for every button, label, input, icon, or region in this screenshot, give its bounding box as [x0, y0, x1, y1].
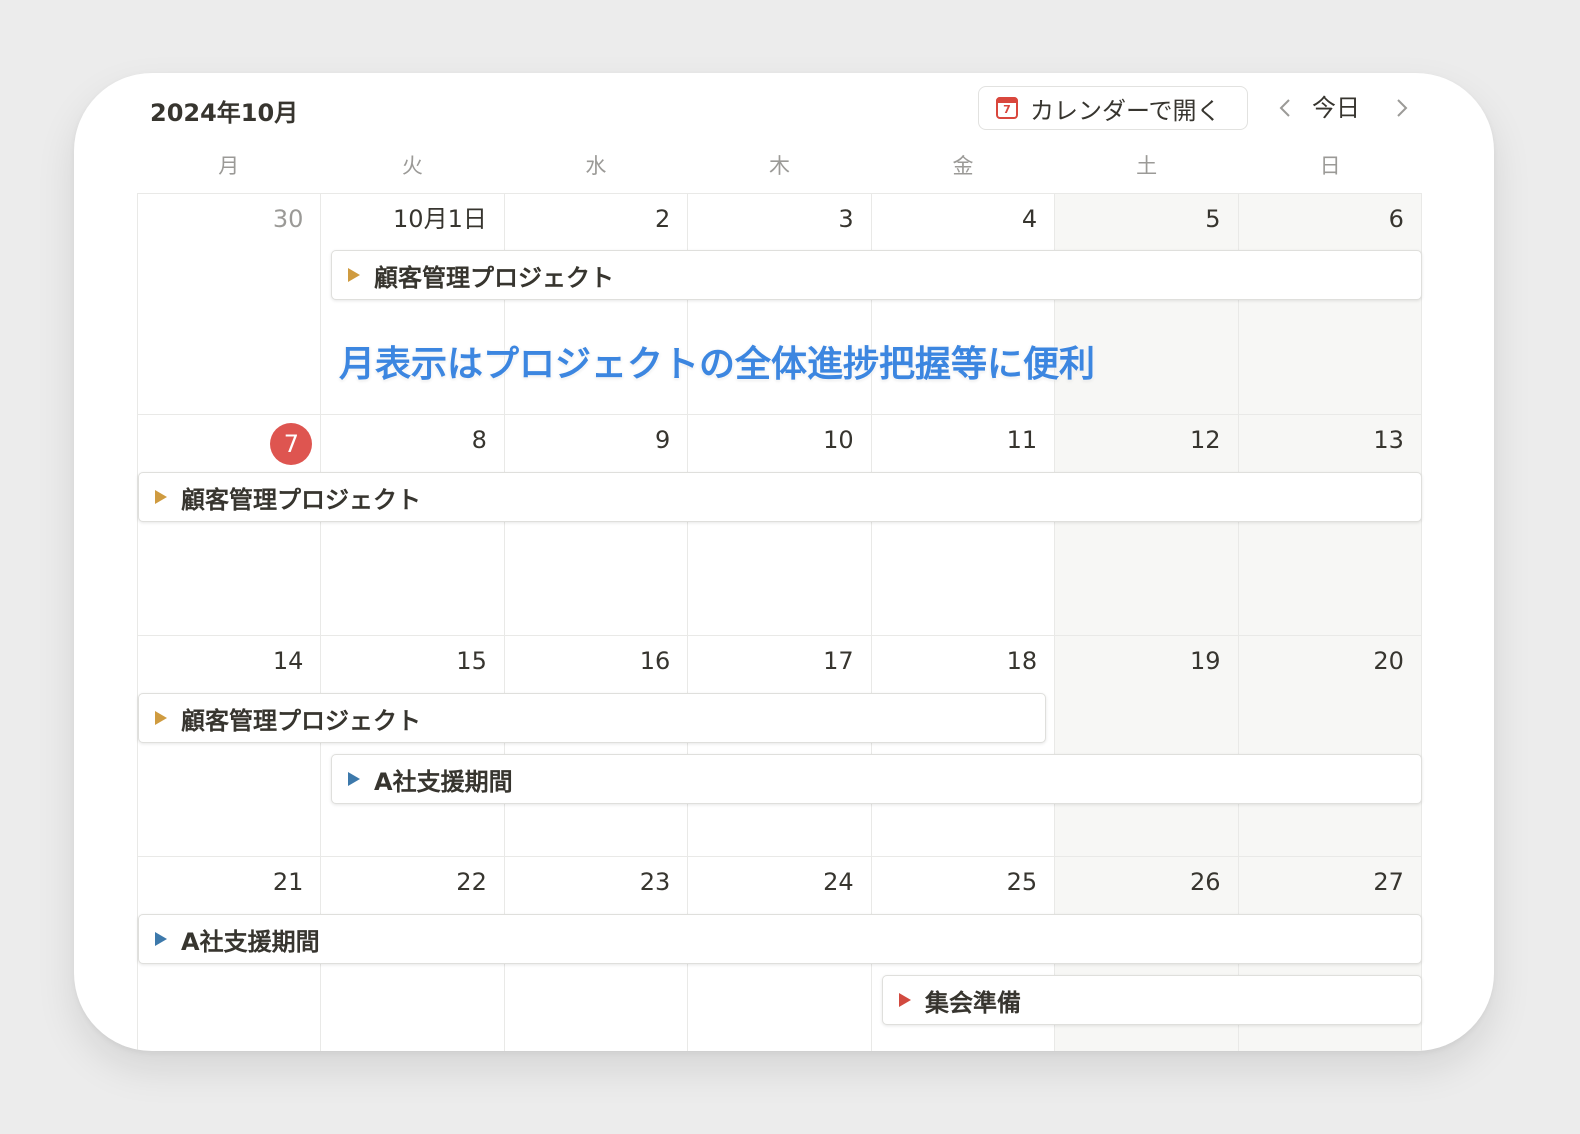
day-cell[interactable]: 13 — [1238, 415, 1422, 635]
toggle-triangle-icon — [348, 268, 360, 282]
day-number: 10 — [823, 426, 854, 454]
weekday-label: 木 — [768, 154, 790, 178]
day-number: 17 — [823, 647, 854, 675]
event-meeting-preparation[interactable]: 集会準備 — [882, 975, 1422, 1025]
toggle-triangle-icon — [155, 932, 167, 946]
weekday-label: 月 — [218, 154, 240, 178]
day-cell[interactable]: 9 — [505, 415, 689, 635]
day-number: 14 — [272, 647, 304, 675]
day-number: 27 — [1373, 868, 1404, 896]
event-title: 顧客管理プロジェクト — [374, 263, 614, 292]
today-day-number: 7 — [270, 423, 313, 465]
day-number: 8 — [471, 426, 487, 454]
day-number: 16 — [639, 647, 671, 675]
weekday-header: 月 火 水 木 金 土 日 — [137, 148, 1422, 188]
event-customer-project[interactable]: 顧客管理プロジェクト — [331, 250, 1422, 300]
event-customer-project[interactable]: 顧客管理プロジェクト — [138, 472, 1422, 522]
today-button[interactable]: 今日 — [1312, 91, 1360, 125]
event-title: 顧客管理プロジェクト — [181, 706, 421, 735]
next-month-button[interactable] — [1387, 91, 1417, 125]
toggle-triangle-icon — [899, 993, 911, 1007]
day-number: 12 — [1189, 426, 1221, 454]
day-cell[interactable]: 10 — [688, 415, 872, 635]
day-cell[interactable]: 14 — [138, 636, 322, 856]
day-number: 19 — [1189, 647, 1221, 675]
day-cell[interactable]: 16 — [505, 636, 689, 856]
day-cell[interactable]: 7 — [138, 415, 322, 635]
day-number: 6 — [1388, 205, 1404, 233]
day-number: 4 — [1021, 205, 1038, 233]
day-cell[interactable]: 8 — [321, 415, 505, 635]
day-number: 23 — [639, 868, 671, 896]
day-cell[interactable]: 11 — [872, 415, 1056, 635]
event-title: 集会準備 — [925, 988, 1021, 1017]
day-cell[interactable]: 18 — [872, 636, 1056, 856]
day-number: 5 — [1205, 205, 1221, 233]
event-title: A社支援期間 — [181, 927, 320, 956]
open-in-calendar-button[interactable]: 7 カレンダーで開く — [978, 86, 1248, 130]
chevron-left-icon — [1279, 99, 1290, 117]
toggle-triangle-icon — [348, 772, 360, 786]
event-a-company-support[interactable]: A社支援期間 — [331, 754, 1422, 804]
weekday-label: 水 — [585, 154, 607, 178]
event-customer-project[interactable]: 顧客管理プロジェクト — [138, 693, 1046, 743]
day-number: 20 — [1373, 647, 1404, 675]
event-title: A社支援期間 — [374, 767, 513, 796]
month-title: 2024年10月 — [150, 99, 299, 127]
day-cell[interactable]: 6 — [1238, 194, 1422, 414]
toggle-triangle-icon — [155, 490, 167, 504]
day-cell[interactable]: 30 — [138, 194, 322, 414]
day-number: 24 — [823, 868, 854, 896]
day-number: 22 — [456, 868, 487, 896]
day-number: 10月1日 — [393, 205, 487, 233]
day-number: 26 — [1189, 868, 1221, 896]
calendar-week: 7 8 9 10 11 12 13 顧客管理プロジェクト — [138, 415, 1422, 636]
day-cell[interactable]: 20 — [1238, 636, 1422, 856]
day-cell[interactable]: 12 — [1055, 415, 1239, 635]
event-a-company-support[interactable]: A社支援期間 — [138, 914, 1422, 964]
weekday-label: 火 — [401, 154, 423, 178]
day-cell[interactable]: 15 — [321, 636, 505, 856]
day-number: 9 — [654, 426, 671, 454]
chevron-right-icon — [1397, 99, 1408, 117]
calendar-card: 2024年10月 7 カレンダーで開く 今日 月 火 水 木 金 土 日 30 … — [74, 73, 1494, 1051]
toggle-triangle-icon — [155, 711, 167, 725]
day-number: 3 — [838, 205, 854, 233]
calendar-icon: 7 — [996, 97, 1018, 119]
day-number: 30 — [272, 205, 304, 233]
calendar-week: 14 15 16 17 18 19 20 顧客管理プロジェクト A社支援期間 — [138, 636, 1422, 857]
weekday-label: 金 — [952, 154, 974, 178]
day-number: 18 — [1006, 647, 1038, 675]
calendar-grid: 30 10月1日 2 3 4 5 6 顧客管理プロジェクト 7 8 9 10 1… — [137, 193, 1422, 1051]
day-number: 11 — [1006, 426, 1038, 454]
day-number: 13 — [1373, 426, 1404, 454]
weekday-label: 土 — [1136, 154, 1158, 178]
day-number: 2 — [654, 205, 671, 233]
day-number: 25 — [1006, 868, 1038, 896]
annotation-caption: 月表示はプロジェクトの全体進捗把握等に便利 — [339, 344, 1096, 385]
weekday-label: 日 — [1319, 154, 1341, 178]
day-cell[interactable]: 17 — [688, 636, 872, 856]
open-in-calendar-label: カレンダーで開く — [1030, 96, 1221, 125]
day-number: 21 — [272, 868, 304, 896]
day-number: 15 — [456, 647, 487, 675]
day-cell[interactable]: 19 — [1055, 636, 1239, 856]
calendar-week: 21 22 23 24 25 26 27 A社支援期間 集会準備 — [138, 857, 1422, 1051]
event-title: 顧客管理プロジェクト — [181, 485, 421, 514]
previous-month-button[interactable] — [1270, 91, 1300, 125]
